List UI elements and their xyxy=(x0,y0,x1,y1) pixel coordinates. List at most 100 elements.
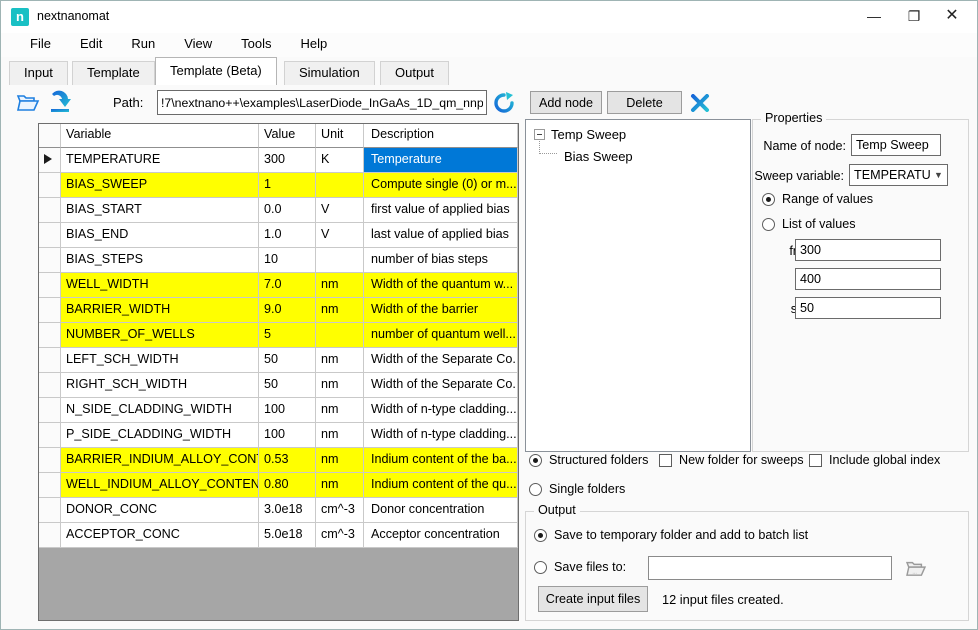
cell-unit[interactable]: K xyxy=(316,148,364,173)
row-header-cell[interactable] xyxy=(39,323,61,348)
cell-value[interactable]: 100 xyxy=(259,423,316,448)
row-header-cell[interactable] xyxy=(39,148,61,173)
cell-description[interactable]: Acceptor concentration xyxy=(364,523,518,548)
collapse-icon[interactable] xyxy=(534,129,545,140)
cell-description[interactable]: Width of the barrier xyxy=(364,298,518,323)
to-input[interactable] xyxy=(795,268,941,290)
menu-item-help[interactable]: Help xyxy=(290,33,339,57)
cell-value[interactable]: 5.0e18 xyxy=(259,523,316,548)
row-header-cell[interactable] xyxy=(39,398,61,423)
cell-variable[interactable]: LEFT_SCH_WIDTH xyxy=(61,348,259,373)
single-folders-radio[interactable]: Single folders xyxy=(529,482,625,496)
row-header-cell[interactable] xyxy=(39,423,61,448)
row-header-cell[interactable] xyxy=(39,373,61,398)
cell-variable[interactable]: BARRIER_WIDTH xyxy=(61,298,259,323)
tab-input[interactable]: Input xyxy=(9,61,68,85)
cell-unit[interactable]: nm xyxy=(316,448,364,473)
cell-value[interactable]: 0.53 xyxy=(259,448,316,473)
minimize-button[interactable]: — xyxy=(857,1,891,31)
cell-value[interactable]: 1.0 xyxy=(259,223,316,248)
row-header-cell[interactable] xyxy=(39,473,61,498)
cell-description[interactable]: Indium content of the ba... xyxy=(364,448,518,473)
cell-unit[interactable]: cm^-3 xyxy=(316,498,364,523)
cell-unit[interactable]: nm xyxy=(316,348,364,373)
column-header-value[interactable]: Value xyxy=(259,124,316,148)
cell-description[interactable]: Width of the Separate Co... xyxy=(364,373,518,398)
row-header-cell[interactable] xyxy=(39,448,61,473)
cell-description[interactable]: Width of the Separate Co... xyxy=(364,348,518,373)
cell-variable[interactable]: BIAS_STEPS xyxy=(61,248,259,273)
save-files-to-radio[interactable]: Save files to: xyxy=(534,560,626,574)
cell-variable[interactable]: ACCEPTOR_CONC xyxy=(61,523,259,548)
refresh-button[interactable] xyxy=(491,90,517,116)
cell-unit[interactable]: nm xyxy=(316,398,364,423)
include-global-index-checkbox[interactable]: Include global index xyxy=(809,453,940,467)
cell-variable[interactable]: WELL_WIDTH xyxy=(61,273,259,298)
row-header-cell[interactable] xyxy=(39,273,61,298)
menu-item-tools[interactable]: Tools xyxy=(230,33,282,57)
sweep-variable-dropdown[interactable]: TEMPERATURE ▼ xyxy=(849,164,948,186)
cell-description[interactable]: Temperature xyxy=(364,148,518,173)
structured-folders-radio[interactable]: Structured folders xyxy=(529,453,648,467)
cell-value[interactable]: 300 xyxy=(259,148,316,173)
cell-unit[interactable]: V xyxy=(316,198,364,223)
cell-unit[interactable] xyxy=(316,323,364,348)
menu-item-file[interactable]: File xyxy=(19,33,62,57)
row-header-cell[interactable] xyxy=(39,498,61,523)
cell-value[interactable]: 5 xyxy=(259,323,316,348)
cell-unit[interactable] xyxy=(316,173,364,198)
cell-description[interactable]: Width of n-type cladding... xyxy=(364,398,518,423)
cell-unit[interactable]: V xyxy=(316,223,364,248)
row-header-cell[interactable] xyxy=(39,348,61,373)
open-template-button[interactable] xyxy=(13,88,43,116)
cell-variable[interactable]: BARRIER_INDIUM_ALLOY_CONTENT xyxy=(61,448,259,473)
cell-variable[interactable]: RIGHT_SCH_WIDTH xyxy=(61,373,259,398)
save-temporary-radio[interactable]: Save to temporary folder and add to batc… xyxy=(534,528,808,542)
cell-value[interactable]: 0.0 xyxy=(259,198,316,223)
cell-variable[interactable]: P_SIDE_CLADDING_WIDTH xyxy=(61,423,259,448)
cell-unit[interactable]: nm xyxy=(316,473,364,498)
cell-variable[interactable]: DONOR_CONC xyxy=(61,498,259,523)
cell-value[interactable]: 7.0 xyxy=(259,273,316,298)
cell-description[interactable]: first value of applied bias xyxy=(364,198,518,223)
tab-output[interactable]: Output xyxy=(380,61,449,85)
menu-item-edit[interactable]: Edit xyxy=(69,33,113,57)
tab-simulation[interactable]: Simulation xyxy=(284,61,375,85)
cell-variable[interactable]: BIAS_SWEEP xyxy=(61,173,259,198)
add-node-button[interactable]: Add node xyxy=(530,91,602,114)
cell-variable[interactable]: BIAS_END xyxy=(61,223,259,248)
cell-variable[interactable]: NUMBER_OF_WELLS xyxy=(61,323,259,348)
from-input[interactable] xyxy=(795,239,941,261)
node-name-input[interactable] xyxy=(851,134,941,156)
cell-value[interactable]: 1 xyxy=(259,173,316,198)
row-header-cell[interactable] xyxy=(39,248,61,273)
menu-item-run[interactable]: Run xyxy=(120,33,166,57)
browse-folder-button[interactable]: ... xyxy=(902,556,930,580)
cell-description[interactable]: Donor concentration xyxy=(364,498,518,523)
column-header-variable[interactable]: Variable xyxy=(61,124,259,148)
cell-unit[interactable]: nm xyxy=(316,273,364,298)
cell-value[interactable]: 0.80 xyxy=(259,473,316,498)
cell-variable[interactable]: N_SIDE_CLADDING_WIDTH xyxy=(61,398,259,423)
row-header-cell[interactable] xyxy=(39,173,61,198)
cell-unit[interactable]: nm xyxy=(316,373,364,398)
clear-nodes-button[interactable] xyxy=(688,92,712,114)
maximize-button[interactable]: ❐ xyxy=(897,1,931,31)
path-input[interactable] xyxy=(157,90,487,115)
range-of-values-radio[interactable]: Range of values xyxy=(762,192,873,206)
cell-value[interactable]: 50 xyxy=(259,348,316,373)
menu-item-view[interactable]: View xyxy=(173,33,223,57)
save-files-to-input[interactable] xyxy=(648,556,892,580)
row-header-cell[interactable] xyxy=(39,523,61,548)
cell-value[interactable]: 9.0 xyxy=(259,298,316,323)
tree-node-root[interactable]: Temp Sweep xyxy=(534,127,626,142)
column-header-unit[interactable]: Unit xyxy=(316,124,364,148)
step-input[interactable] xyxy=(795,297,941,319)
cell-variable[interactable]: BIAS_START xyxy=(61,198,259,223)
tab-template[interactable]: Template xyxy=(72,61,155,85)
cell-unit[interactable] xyxy=(316,248,364,273)
cell-value[interactable]: 100 xyxy=(259,398,316,423)
delete-node-button[interactable]: Delete xyxy=(607,91,682,114)
create-input-files-button[interactable]: Create input files xyxy=(538,586,648,612)
cell-description[interactable]: Indium content of the qu... xyxy=(364,473,518,498)
